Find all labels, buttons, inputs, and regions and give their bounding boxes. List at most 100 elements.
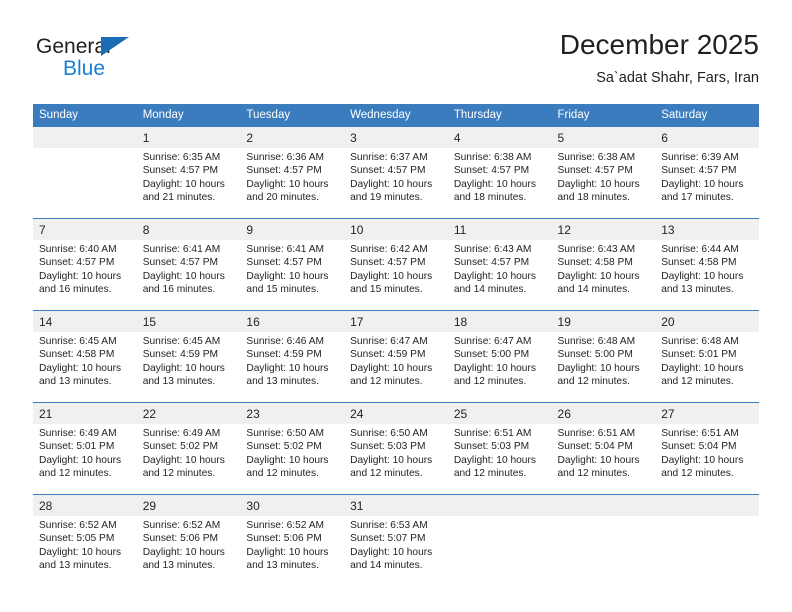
weekday-header-saturday: Saturday — [655, 104, 759, 127]
day-cell[interactable]: Sunrise: 6:49 AM Sunset: 5:01 PM Dayligh… — [33, 424, 137, 495]
day-number[interactable]: 2 — [240, 127, 345, 148]
day-number[interactable]: 10 — [344, 218, 448, 240]
day-cell[interactable]: Sunrise: 6:43 AM Sunset: 4:58 PM Dayligh… — [551, 240, 656, 311]
sunrise-text: Sunrise: 6:52 AM — [39, 520, 117, 531]
day-cell[interactable]: Sunrise: 6:38 AM Sunset: 4:57 PM Dayligh… — [447, 148, 552, 219]
day-cell[interactable]: Sunrise: 6:50 AM Sunset: 5:02 PM Dayligh… — [240, 424, 345, 495]
calendar-week-row: 7 8 9 10 11 12 13 Sunrise: 6:40 AM Sunse… — [33, 218, 759, 311]
day-cell[interactable]: Sunrise: 6:48 AM Sunset: 5:00 PM Dayligh… — [551, 332, 656, 403]
daylight-text-line2: and 12 minutes. — [557, 468, 631, 480]
day-number[interactable]: 25 — [447, 402, 552, 424]
weekday-header-wednesday: Wednesday — [344, 104, 448, 127]
sunset-text: Sunset: 5:04 PM — [661, 441, 737, 453]
day-cell[interactable]: Sunrise: 6:51 AM Sunset: 5:03 PM Dayligh… — [447, 424, 552, 495]
day-number[interactable]: 7 — [33, 218, 137, 240]
daylight-text-line2: and 12 minutes. — [39, 468, 112, 480]
daylight-text-line1: Daylight: 10 hours — [350, 454, 433, 466]
day-number[interactable]: 15 — [136, 310, 241, 332]
day-cell[interactable]: Sunrise: 6:45 AM Sunset: 4:59 PM Dayligh… — [136, 332, 241, 403]
day-cell[interactable]: Sunrise: 6:48 AM Sunset: 5:01 PM Dayligh… — [655, 332, 759, 403]
day-cell[interactable]: Sunrise: 6:43 AM Sunset: 4:57 PM Dayligh… — [447, 240, 552, 311]
day-number[interactable]: 11 — [447, 218, 552, 240]
day-number[interactable]: 27 — [655, 402, 759, 424]
day-number[interactable]: 4 — [447, 127, 552, 148]
daylight-text-line2: and 12 minutes. — [350, 468, 423, 480]
daylight-text-line2: and 13 minutes. — [246, 376, 319, 388]
sunset-text: Sunset: 4:57 PM — [350, 165, 426, 177]
sunset-text: Sunset: 5:03 PM — [350, 441, 426, 453]
day-number — [655, 494, 759, 516]
daylight-text-line1: Daylight: 10 hours — [142, 362, 225, 374]
daylight-text-line2: and 13 minutes. — [39, 376, 112, 388]
day-cell[interactable]: Sunrise: 6:44 AM Sunset: 4:58 PM Dayligh… — [655, 240, 759, 311]
day-number[interactable]: 5 — [551, 127, 656, 148]
sunrise-text: Sunrise: 6:43 AM — [557, 244, 636, 255]
calendar-page: General Blue December 2025 Sa`adat Shahr… — [0, 0, 792, 612]
day-cell[interactable]: Sunrise: 6:51 AM Sunset: 5:04 PM Dayligh… — [551, 424, 656, 495]
sunset-text: Sunset: 4:57 PM — [453, 257, 530, 269]
daylight-text-line2: and 21 minutes. — [142, 192, 216, 204]
day-number[interactable]: 17 — [344, 310, 448, 332]
sunset-text: Sunset: 4:59 PM — [246, 349, 322, 361]
day-cell[interactable]: Sunrise: 6:46 AM Sunset: 4:59 PM Dayligh… — [240, 332, 345, 403]
day-number[interactable]: 8 — [136, 218, 241, 240]
logo-text-blue: Blue — [63, 57, 106, 80]
day-cell[interactable]: Sunrise: 6:39 AM Sunset: 4:57 PM Dayligh… — [655, 148, 759, 219]
day-cell[interactable]: Sunrise: 6:47 AM Sunset: 5:00 PM Dayligh… — [447, 332, 552, 403]
day-number[interactable]: 13 — [655, 218, 759, 240]
day-cell[interactable]: Sunrise: 6:47 AM Sunset: 4:59 PM Dayligh… — [344, 332, 448, 403]
day-number[interactable]: 29 — [136, 494, 241, 516]
day-number[interactable]: 12 — [551, 218, 656, 240]
day-cell[interactable]: Sunrise: 6:51 AM Sunset: 5:04 PM Dayligh… — [655, 424, 759, 495]
day-cell[interactable]: Sunrise: 6:36 AM Sunset: 4:57 PM Dayligh… — [240, 148, 345, 219]
day-number[interactable]: 24 — [344, 402, 448, 424]
day-number[interactable]: 3 — [344, 127, 448, 148]
day-cell[interactable]: Sunrise: 6:49 AM Sunset: 5:02 PM Dayligh… — [136, 424, 241, 495]
day-cell[interactable]: Sunrise: 6:40 AM Sunset: 4:57 PM Dayligh… — [33, 240, 137, 311]
day-cell[interactable]: Sunrise: 6:52 AM Sunset: 5:06 PM Dayligh… — [136, 516, 241, 586]
daylight-text-line1: Daylight: 10 hours — [350, 546, 433, 558]
sunrise-text: Sunrise: 6:46 AM — [246, 336, 324, 347]
day-number[interactable]: 22 — [136, 402, 241, 424]
sunset-text: Sunset: 5:06 PM — [142, 533, 219, 545]
day-cell[interactable]: Sunrise: 6:52 AM Sunset: 5:06 PM Dayligh… — [240, 516, 345, 586]
day-cell[interactable]: Sunrise: 6:45 AM Sunset: 4:58 PM Dayligh… — [33, 332, 137, 403]
day-cell-empty — [33, 148, 137, 219]
day-number[interactable]: 19 — [551, 310, 656, 332]
daylight-text-line2: and 13 minutes. — [142, 376, 216, 388]
day-number[interactable]: 1 — [136, 127, 241, 148]
daylight-text-line2: and 14 minutes. — [453, 284, 527, 296]
day-cell[interactable]: Sunrise: 6:38 AM Sunset: 4:57 PM Dayligh… — [551, 148, 656, 219]
day-number[interactable]: 30 — [240, 494, 345, 516]
day-number[interactable]: 6 — [655, 127, 759, 148]
day-number[interactable]: 9 — [240, 218, 345, 240]
day-info-row: Sunrise: 6:35 AM Sunset: 4:57 PM Dayligh… — [33, 148, 759, 219]
day-cell[interactable]: Sunrise: 6:41 AM Sunset: 4:57 PM Dayligh… — [240, 240, 345, 311]
daylight-text-line2: and 17 minutes. — [661, 192, 734, 204]
day-cell[interactable]: Sunrise: 6:50 AM Sunset: 5:03 PM Dayligh… — [344, 424, 448, 495]
day-number[interactable]: 28 — [33, 494, 137, 516]
day-number[interactable]: 16 — [240, 310, 345, 332]
daylight-text-line1: Daylight: 10 hours — [350, 270, 433, 282]
daylight-text-line1: Daylight: 10 hours — [246, 362, 329, 374]
sunset-text: Sunset: 5:01 PM — [39, 441, 115, 453]
day-cell[interactable]: Sunrise: 6:41 AM Sunset: 4:57 PM Dayligh… — [136, 240, 241, 311]
day-number[interactable]: 20 — [655, 310, 759, 332]
day-cell[interactable]: Sunrise: 6:35 AM Sunset: 4:57 PM Dayligh… — [136, 148, 241, 219]
daylight-text-line1: Daylight: 10 hours — [661, 270, 744, 282]
day-number[interactable]: 14 — [33, 310, 137, 332]
daylight-text-line2: and 12 minutes. — [142, 468, 216, 480]
day-number[interactable]: 31 — [344, 494, 448, 516]
day-number-row: 21 22 23 24 25 26 27 — [33, 402, 759, 424]
day-number[interactable]: 18 — [447, 310, 552, 332]
daylight-text-line1: Daylight: 10 hours — [453, 454, 536, 466]
day-number[interactable]: 21 — [33, 402, 137, 424]
day-cell[interactable]: Sunrise: 6:37 AM Sunset: 4:57 PM Dayligh… — [344, 148, 448, 219]
daylight-text-line1: Daylight: 10 hours — [661, 362, 744, 374]
day-cell[interactable]: Sunrise: 6:42 AM Sunset: 4:57 PM Dayligh… — [344, 240, 448, 311]
day-cell[interactable]: Sunrise: 6:53 AM Sunset: 5:07 PM Dayligh… — [344, 516, 448, 586]
day-number[interactable]: 26 — [551, 402, 656, 424]
sunset-text: Sunset: 4:57 PM — [142, 257, 219, 269]
day-cell[interactable]: Sunrise: 6:52 AM Sunset: 5:05 PM Dayligh… — [33, 516, 137, 586]
day-number[interactable]: 23 — [240, 402, 345, 424]
